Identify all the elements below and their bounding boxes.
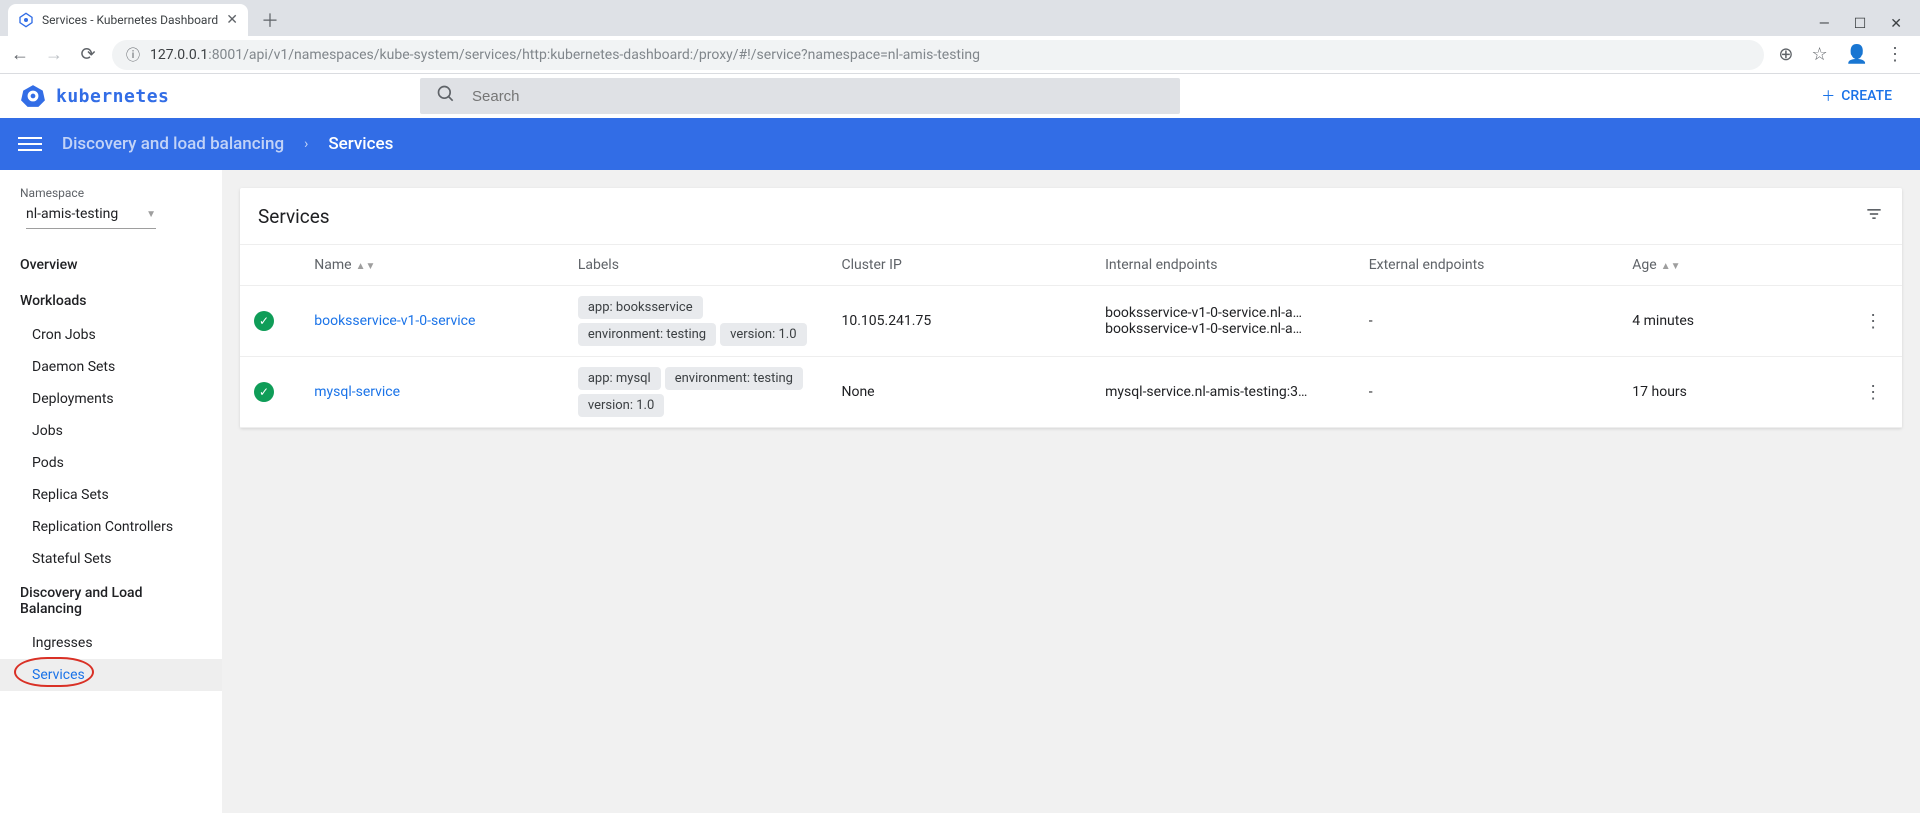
table-row: ✓ mysql-service app: mysqlenvironment: tes… [240, 357, 1902, 428]
url-text: 127.0.0.1:8001/api/v1/namespaces/kube-sy… [150, 47, 980, 63]
services-card: Services Name▲▼ Labels Cluster IP Intern… [240, 188, 1902, 428]
app-header: kubernetes ＋ CREATE [0, 74, 1920, 118]
label-chip: environment: testing [665, 367, 803, 390]
sidebar-workloads-header[interactable]: Workloads [0, 283, 222, 319]
row-menu-icon[interactable]: ⋮ [1844, 286, 1902, 357]
forward-button[interactable]: → [44, 44, 64, 65]
sidebar-dlb-header[interactable]: Discovery and Load Balancing [0, 575, 222, 627]
sidebar: Namespace nl-amis-testing ▼ Overview Wor… [0, 170, 222, 813]
card-header: Services [240, 188, 1902, 245]
sort-icon: ▲▼ [356, 261, 376, 272]
labels-cell: app: mysqlenvironment: testingversion: 1… [564, 357, 828, 428]
close-tab-icon[interactable]: ✕ [226, 12, 238, 28]
sidebar-item[interactable]: Cron Jobs [0, 319, 222, 351]
col-internal-endpoints: Internal endpoints [1091, 245, 1355, 286]
back-button[interactable]: ← [10, 44, 30, 65]
maximize-icon[interactable]: ☐ [1854, 16, 1867, 32]
breadcrumb-current: Services [328, 134, 393, 154]
internal-endpoints-cell: mysql-service.nl-amis-testing:3… [1091, 357, 1355, 428]
search-input[interactable] [472, 88, 1180, 105]
minimize-icon[interactable]: — [1819, 16, 1830, 32]
plus-icon: ＋ [1821, 86, 1835, 106]
profile-icon[interactable]: 👤 [1846, 44, 1868, 65]
bookmark-icon[interactable]: ☆ [1811, 44, 1827, 65]
search-bar[interactable] [420, 78, 1180, 114]
col-age[interactable]: Age▲▼ [1618, 245, 1844, 286]
card-title: Services [258, 205, 330, 228]
browser-menu-icon[interactable]: ⋮ [1886, 44, 1904, 65]
chevron-right-icon: › [304, 136, 308, 152]
new-tab-button[interactable]: ＋ [256, 6, 284, 34]
label-chip: app: booksservice [578, 296, 703, 319]
kubernetes-favicon-icon [18, 12, 34, 28]
reload-button[interactable]: ⟳ [78, 44, 98, 65]
labels-cell: app: booksservice environment: testingver… [564, 286, 828, 357]
age-cell: 17 hours [1618, 357, 1844, 428]
service-link[interactable]: mysql-service [314, 384, 400, 400]
namespace-select[interactable]: nl-amis-testing ▼ [26, 206, 156, 229]
external-endpoints-cell: - [1355, 286, 1619, 357]
logo[interactable]: kubernetes [20, 83, 400, 109]
site-info-icon[interactable]: ⓘ [126, 45, 140, 65]
internal-endpoints-cell: booksservice-v1-0-service.nl-a…booksserv… [1091, 286, 1355, 357]
sidebar-item[interactable]: Services [0, 659, 222, 691]
kubernetes-logo-icon [20, 83, 46, 109]
browser-tab[interactable]: Services - Kubernetes Dashboard ✕ [8, 4, 248, 36]
namespace-label: Namespace [0, 186, 222, 200]
search-icon [436, 84, 456, 108]
address-bar[interactable]: ⓘ 127.0.0.1:8001/api/v1/namespaces/kube-… [112, 40, 1764, 70]
row-menu-icon[interactable]: ⋮ [1844, 357, 1902, 428]
create-label: CREATE [1841, 88, 1892, 104]
chevron-down-icon: ▼ [146, 209, 156, 220]
breadcrumb-section[interactable]: Discovery and load balancing [62, 134, 284, 154]
age-cell: 4 minutes [1618, 286, 1844, 357]
external-endpoints-cell: - [1355, 357, 1619, 428]
zoom-icon[interactable]: ⊕ [1778, 44, 1793, 65]
window-controls: — ☐ ✕ [1819, 16, 1920, 36]
label-chip: app: mysql [578, 367, 661, 390]
sidebar-item[interactable]: Pods [0, 447, 222, 479]
col-name[interactable]: Name▲▼ [300, 245, 564, 286]
hamburger-icon[interactable] [18, 132, 42, 156]
status-ok-icon: ✓ [254, 382, 274, 402]
browser-toolbar: ← → ⟳ ⓘ 127.0.0.1:8001/api/v1/namespaces… [0, 36, 1920, 74]
service-link[interactable]: booksservice-v1-0-service [314, 313, 475, 329]
namespace-value: nl-amis-testing [26, 206, 118, 222]
browser-chrome: Services - Kubernetes Dashboard ✕ ＋ — ☐ … [0, 0, 1920, 74]
status-ok-icon: ✓ [254, 311, 274, 331]
content: Services Name▲▼ Labels Cluster IP Intern… [222, 170, 1920, 813]
tab-strip: Services - Kubernetes Dashboard ✕ ＋ — ☐ … [0, 0, 1920, 36]
table-row: ✓ booksservice-v1-0-service app: booksserv… [240, 286, 1902, 357]
col-external-endpoints: External endpoints [1355, 245, 1619, 286]
breadcrumb-bar: Discovery and load balancing › Services [0, 118, 1920, 170]
label-chip: version: 1.0 [720, 323, 806, 346]
sidebar-item[interactable]: Jobs [0, 415, 222, 447]
col-labels: Labels [564, 245, 828, 286]
annotation-circle [14, 657, 94, 687]
sidebar-item[interactable]: Deployments [0, 383, 222, 415]
filter-icon[interactable] [1864, 204, 1884, 228]
sidebar-item[interactable]: Ingresses [0, 627, 222, 659]
toolbar-right-icons: ⊕ ☆ 👤 ⋮ [1778, 44, 1910, 65]
logo-text: kubernetes [56, 86, 169, 107]
close-window-icon[interactable]: ✕ [1890, 16, 1902, 32]
sort-icon: ▲▼ [1661, 261, 1681, 272]
cluster-ip-cell: 10.105.241.75 [827, 286, 1091, 357]
services-table: Name▲▼ Labels Cluster IP Internal endpoi… [240, 245, 1902, 428]
sidebar-item[interactable]: Replica Sets [0, 479, 222, 511]
label-chip: environment: testing [578, 323, 716, 346]
col-cluster-ip: Cluster IP [827, 245, 1091, 286]
cluster-ip-cell: None [827, 357, 1091, 428]
sidebar-item[interactable]: Stateful Sets [0, 543, 222, 575]
sidebar-overview[interactable]: Overview [0, 247, 222, 283]
label-chip: version: 1.0 [578, 394, 664, 417]
sidebar-item[interactable]: Replication Controllers [0, 511, 222, 543]
create-button[interactable]: ＋ CREATE [1821, 86, 1900, 106]
tab-title: Services - Kubernetes Dashboard [42, 13, 218, 27]
main: Namespace nl-amis-testing ▼ Overview Wor… [0, 170, 1920, 813]
sidebar-item[interactable]: Daemon Sets [0, 351, 222, 383]
